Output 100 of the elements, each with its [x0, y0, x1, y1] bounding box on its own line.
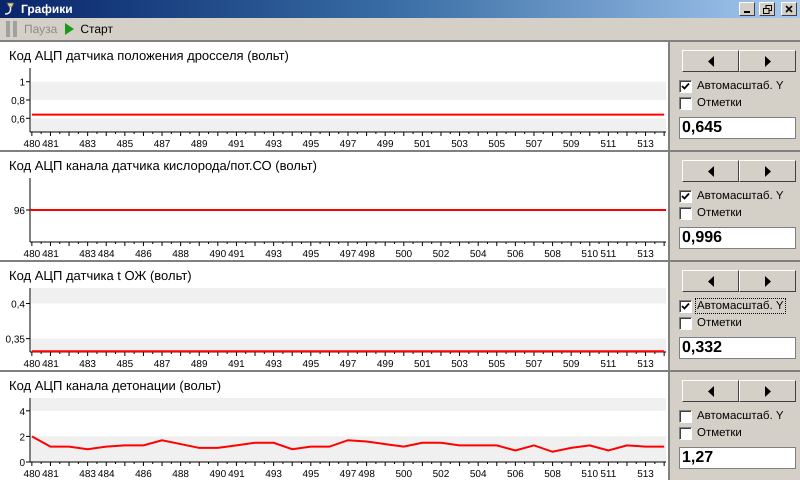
- x-tick-label: 490: [209, 249, 226, 260]
- x-tick-label: 483: [79, 359, 96, 370]
- x-tick-label: 501: [414, 139, 431, 150]
- x-tick-label: 505: [488, 139, 506, 150]
- checkbox[interactable]: [679, 410, 692, 422]
- x-tick-label: 481: [42, 139, 59, 150]
- scroll-right-button[interactable]: [739, 380, 796, 402]
- close-icon: [785, 5, 793, 13]
- x-tick-label: 493: [265, 139, 282, 150]
- checkbox[interactable]: [679, 316, 692, 330]
- x-tick-label: 513: [637, 469, 654, 480]
- x-tick-label: 484: [98, 249, 115, 260]
- x-tick-label: 507: [526, 359, 542, 370]
- checkbox-label: Автомасштаб. Y: [696, 409, 785, 424]
- checkbox-label: Отметки: [696, 426, 743, 441]
- x-tick-label: 497: [340, 469, 356, 480]
- scroll-left-button[interactable]: [682, 160, 739, 182]
- x-tick-label: 499: [376, 139, 394, 150]
- chart-title: Код АЦП датчика положения дросселя (вольт): [8, 47, 290, 64]
- start-button[interactable]: Старт: [65, 20, 113, 38]
- x-tick-label: 488: [172, 469, 189, 480]
- x-tick-label: 491: [228, 139, 245, 150]
- x-tick-label: 495: [302, 249, 320, 260]
- x-tick-label: 491: [228, 249, 245, 260]
- checkbox[interactable]: [679, 80, 692, 92]
- x-tick-label: 506: [507, 469, 524, 480]
- checkmark-icon: [681, 302, 690, 310]
- x-tick-label: 513: [637, 359, 654, 370]
- pause-icon: [6, 21, 18, 37]
- scroll-right-button[interactable]: [739, 160, 796, 182]
- value-field[interactable]: 0,996: [679, 227, 796, 249]
- x-tick-label: 486: [135, 249, 152, 260]
- x-tick-label: 508: [544, 249, 561, 260]
- x-tick-label: 509: [562, 139, 580, 150]
- x-tick-label: 484: [98, 469, 115, 480]
- x-tick-label: 486: [135, 469, 152, 480]
- x-tick-label: 481: [42, 359, 59, 370]
- checkbox-label: Отметки: [696, 206, 743, 221]
- x-tick-label: 511: [600, 249, 616, 260]
- window-title: Графики: [21, 1, 74, 18]
- chart-title: Код АЦП канала датчика кислорода/пот.СО (вольт): [8, 157, 318, 174]
- restore-icon: [762, 4, 772, 14]
- y-axis: [26, 288, 30, 352]
- x-tick-label: 489: [190, 359, 208, 370]
- x-tick-label: 499: [376, 359, 394, 370]
- y-tick-label: 0,8: [11, 96, 25, 107]
- x-tick-label: 513: [637, 139, 654, 150]
- scroll-left-button[interactable]: [682, 50, 739, 72]
- checkbox[interactable]: [679, 190, 692, 202]
- x-tick-label: 506: [507, 249, 524, 260]
- x-tick-label: 488: [172, 249, 189, 260]
- x-tick-label: 491: [228, 359, 245, 370]
- checkbox[interactable]: [679, 206, 692, 220]
- close-button[interactable]: [781, 2, 797, 16]
- checkmark-icon: [681, 192, 690, 200]
- y-axis: [26, 68, 30, 132]
- x-tick-label: 483: [79, 139, 96, 150]
- checkbox-label: Автомасштаб. Y: [696, 189, 785, 204]
- scroll-left-button[interactable]: [682, 380, 739, 402]
- x-tick-label: 513: [637, 249, 654, 260]
- x-tick-label: 509: [562, 359, 580, 370]
- x-tick-label: 502: [432, 249, 450, 260]
- checkbox-label: Автомасштаб. Y: [695, 298, 786, 314]
- checkbox-label: Отметки: [696, 316, 743, 331]
- minimize-button[interactable]: [739, 2, 755, 16]
- x-tick-label: 480: [24, 359, 40, 370]
- x-tick-label: 501: [414, 359, 431, 370]
- x-tick-label: 497: [340, 359, 356, 370]
- x-tick-label: 505: [488, 359, 506, 370]
- x-tick-label: 493: [265, 469, 282, 480]
- x-tick-label: 510: [581, 469, 598, 480]
- x-tick-label: 493: [265, 249, 282, 260]
- x-tick-label: 498: [358, 249, 375, 260]
- x-tick-label: 498: [358, 469, 375, 480]
- restore-button[interactable]: [759, 2, 775, 16]
- left-triangle-icon: [708, 276, 714, 286]
- y-tick-label: 0: [19, 458, 25, 469]
- checkbox[interactable]: [679, 96, 692, 110]
- checkmark-icon: [681, 82, 690, 90]
- x-tick-label: 490: [209, 469, 226, 480]
- checkbox[interactable]: [679, 426, 692, 440]
- x-tick-label: 502: [432, 469, 450, 480]
- scroll-left-button[interactable]: [682, 270, 739, 292]
- left-triangle-icon: [708, 56, 714, 66]
- x-tick-label: 487: [154, 359, 170, 370]
- x-tick-label: 511: [600, 359, 616, 370]
- probe-icon: [3, 2, 17, 16]
- checkbox[interactable]: [679, 300, 692, 312]
- x-tick-label: 500: [395, 469, 412, 480]
- x-tick-label: 485: [116, 139, 134, 150]
- x-tick-label: 485: [116, 359, 134, 370]
- scroll-right-button[interactable]: [739, 50, 796, 72]
- y-axis: [26, 178, 30, 242]
- value-field[interactable]: 0,645: [679, 117, 796, 139]
- value-field[interactable]: 1,27: [679, 447, 796, 469]
- x-tick-label: 511: [600, 139, 616, 150]
- scroll-right-button[interactable]: [739, 270, 796, 292]
- x-tick-label: 507: [526, 139, 542, 150]
- value-field[interactable]: 0,332: [679, 337, 796, 359]
- chart-title: Код АЦП датчика t ОЖ (вольт): [8, 267, 193, 284]
